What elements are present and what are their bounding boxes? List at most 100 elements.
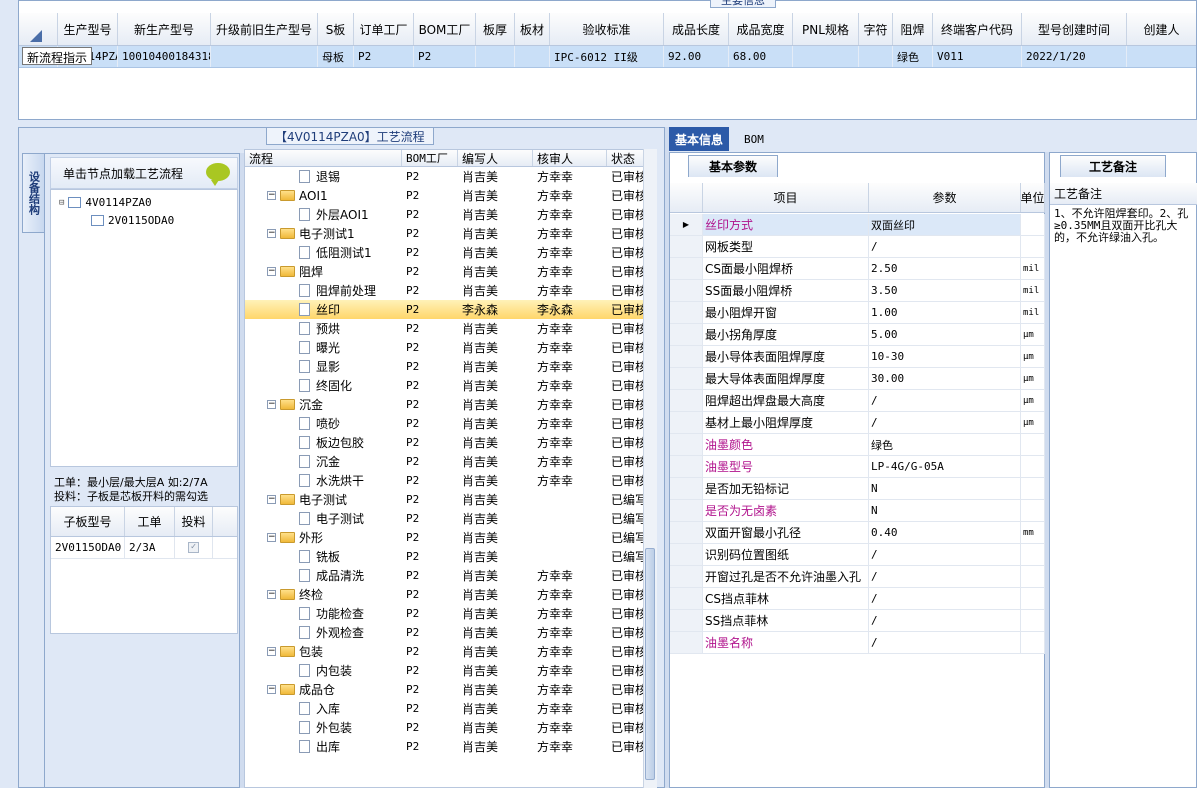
flow-row[interactable]: − AOI1 P2 肖吉美 方幸幸 已审核 bbox=[245, 186, 647, 205]
param-cell-val[interactable]: 10-30 bbox=[869, 346, 1021, 367]
flow-row[interactable]: − 外形 P2 肖吉美 已编写 bbox=[245, 528, 647, 547]
param-cell-val[interactable]: LP-4G/G-05A bbox=[869, 456, 1021, 477]
flow-cell-bom[interactable]: P2 bbox=[402, 433, 458, 452]
top-col-header[interactable]: 型号创建时间 bbox=[1022, 13, 1127, 45]
flow-row[interactable]: − 成品仓 P2 肖吉美 方幸幸 已审核 bbox=[245, 680, 647, 699]
flow-cell-status[interactable]: 已审核 bbox=[607, 737, 647, 756]
flow-cell-status[interactable]: 已审核 bbox=[607, 376, 647, 395]
flow-cell-name[interactable]: − 沉金 bbox=[245, 395, 402, 414]
param-cell-val[interactable]: 双面丝印 bbox=[869, 214, 1021, 235]
param-cell-unit[interactable]: μm bbox=[1021, 346, 1045, 367]
flow-cell-bom[interactable]: P2 bbox=[402, 319, 458, 338]
collapse-icon[interactable]: ⊟ bbox=[59, 198, 64, 208]
flow-cell-reviewer[interactable]: 方幸幸 bbox=[533, 376, 607, 395]
param-cell-item[interactable]: 油墨颜色 bbox=[703, 434, 869, 455]
param-row[interactable]: CS面最小阻焊桥 2.50 mil bbox=[670, 258, 1045, 280]
flow-cell-name[interactable]: 喷砂 bbox=[245, 414, 402, 433]
param-cell-item[interactable]: CS挡点菲林 bbox=[703, 588, 869, 609]
flow-cell-writer[interactable]: 肖吉美 bbox=[458, 414, 533, 433]
top-cell[interactable]: 母板 bbox=[318, 46, 354, 67]
vertical-splitter-left[interactable] bbox=[240, 153, 244, 788]
flow-cell-writer[interactable]: 肖吉美 bbox=[458, 376, 533, 395]
flow-cell-writer[interactable]: 肖吉美 bbox=[458, 471, 533, 490]
flow-cell-name[interactable]: 内包装 bbox=[245, 661, 402, 680]
vertical-splitter[interactable] bbox=[665, 127, 669, 788]
param-cell-val[interactable]: 1.00 bbox=[869, 302, 1021, 323]
vertical-splitter-notes[interactable] bbox=[1045, 152, 1049, 788]
flow-cell-reviewer[interactable]: 方幸幸 bbox=[533, 338, 607, 357]
param-cell-item[interactable]: 阻焊超出焊盘最大高度 bbox=[703, 390, 869, 411]
param-row[interactable]: 基材上最小阻焊厚度 / μm bbox=[670, 412, 1045, 434]
top-cell[interactable] bbox=[476, 46, 515, 67]
flow-cell-name[interactable]: 预烘 bbox=[245, 319, 402, 338]
flow-cell-bom[interactable]: P2 bbox=[402, 186, 458, 205]
flow-row[interactable]: 低阻测试1 P2 肖吉美 方幸幸 已审核 bbox=[245, 243, 647, 262]
flow-row[interactable]: 板边包胶 P2 肖吉美 方幸幸 已审核 bbox=[245, 433, 647, 452]
flow-cell-bom[interactable]: P2 bbox=[402, 490, 458, 509]
flow-cell-reviewer[interactable] bbox=[533, 528, 607, 547]
flow-row[interactable]: 外包装 P2 肖吉美 方幸幸 已审核 bbox=[245, 718, 647, 737]
flow-cell-name[interactable]: 曝光 bbox=[245, 338, 402, 357]
flow-cell-bom[interactable]: P2 bbox=[402, 699, 458, 718]
collapse-icon[interactable]: − bbox=[267, 590, 276, 599]
flow-cell-status[interactable]: 已审核 bbox=[607, 281, 647, 300]
flow-cell-status[interactable]: 已审核 bbox=[607, 186, 647, 205]
param-cell-unit[interactable]: μm bbox=[1021, 390, 1045, 411]
flow-cell-writer[interactable]: 肖吉美 bbox=[458, 642, 533, 661]
param-row[interactable]: 最小导体表面阻焊厚度 10-30 μm bbox=[670, 346, 1045, 368]
tab-basic-info[interactable]: 基本信息 bbox=[669, 127, 730, 151]
param-cell-val[interactable]: 2.50 bbox=[869, 258, 1021, 279]
flow-row[interactable]: 沉金 P2 肖吉美 方幸幸 已审核 bbox=[245, 452, 647, 471]
flow-cell-writer[interactable]: 肖吉美 bbox=[458, 205, 533, 224]
flow-cell-writer[interactable]: 肖吉美 bbox=[458, 718, 533, 737]
flow-cell-status[interactable]: 已审核 bbox=[607, 167, 647, 186]
top-cell[interactable]: 10010400184318 bbox=[118, 46, 211, 67]
param-row[interactable]: 是否为无卤素 N bbox=[670, 500, 1045, 522]
param-row[interactable]: ▶ 丝印方式 双面丝印 bbox=[670, 214, 1045, 236]
flow-cell-name[interactable]: 入库 bbox=[245, 699, 402, 718]
tree-node-child[interactable]: 2V0115ODA0 bbox=[91, 214, 174, 227]
param-cell-unit[interactable] bbox=[1021, 434, 1045, 455]
param-cell-val[interactable]: 5.00 bbox=[869, 324, 1021, 345]
col-param[interactable]: 参数 bbox=[869, 183, 1021, 212]
flow-cell-status[interactable]: 已审核 bbox=[607, 414, 647, 433]
table-row[interactable]: 2V0115ODA0 2/3A ✓ bbox=[51, 537, 237, 559]
flow-cell-name[interactable]: 功能检查 bbox=[245, 604, 402, 623]
flow-cell-status[interactable]: 已审核 bbox=[607, 566, 647, 585]
param-cell-val[interactable]: / bbox=[869, 632, 1021, 653]
flow-cell-reviewer[interactable]: 方幸幸 bbox=[533, 661, 607, 680]
flow-cell-writer[interactable]: 李永森 bbox=[458, 300, 533, 319]
tab-basic-params[interactable]: 基本参数 bbox=[688, 155, 779, 177]
flow-cell-writer[interactable]: 肖吉美 bbox=[458, 357, 533, 376]
flow-cell-bom[interactable]: P2 bbox=[402, 452, 458, 471]
flow-cell-bom[interactable]: P2 bbox=[402, 604, 458, 623]
flow-cell-name[interactable]: − 包装 bbox=[245, 642, 402, 661]
flow-cell-bom[interactable]: P2 bbox=[402, 281, 458, 300]
flow-cell-name[interactable]: 外包装 bbox=[245, 718, 402, 737]
flow-cell-name[interactable]: 外层AOI1 bbox=[245, 205, 402, 224]
top-cell[interactable]: 68.00 bbox=[729, 46, 793, 67]
param-cell-unit[interactable] bbox=[1021, 632, 1045, 653]
flow-cell-status[interactable]: 已审核 bbox=[607, 642, 647, 661]
flow-cell-status[interactable]: 已审核 bbox=[607, 243, 647, 262]
top-cell[interactable] bbox=[793, 46, 859, 67]
flow-cell-name[interactable]: 出库 bbox=[245, 737, 402, 756]
flow-cell-writer[interactable]: 肖吉美 bbox=[458, 433, 533, 452]
top-col-header[interactable]: 板材 bbox=[515, 13, 550, 45]
flow-cell-name[interactable]: 显影 bbox=[245, 357, 402, 376]
flow-cell-bom[interactable]: P2 bbox=[402, 262, 458, 281]
flow-cell-bom[interactable]: P2 bbox=[402, 395, 458, 414]
flow-cell-name[interactable]: 水洗烘干 bbox=[245, 471, 402, 490]
flow-cell-status[interactable]: 已编写 bbox=[607, 528, 647, 547]
flow-cell-name[interactable]: 丝印 bbox=[245, 300, 402, 319]
flow-row[interactable]: − 电子测试1 P2 肖吉美 方幸幸 已审核 bbox=[245, 224, 647, 243]
param-row[interactable]: 网板类型 / bbox=[670, 236, 1045, 258]
flow-cell-name[interactable]: − 外形 bbox=[245, 528, 402, 547]
flow-cell-status[interactable]: 已审核 bbox=[607, 433, 647, 452]
param-cell-item[interactable]: 最小导体表面阻焊厚度 bbox=[703, 346, 869, 367]
param-cell-item[interactable]: 网板类型 bbox=[703, 236, 869, 257]
flow-cell-status[interactable]: 已审核 bbox=[607, 224, 647, 243]
top-col-header[interactable]: PNL规格 bbox=[793, 13, 859, 45]
param-cell-unit[interactable] bbox=[1021, 500, 1045, 521]
flow-cell-writer[interactable]: 肖吉美 bbox=[458, 604, 533, 623]
